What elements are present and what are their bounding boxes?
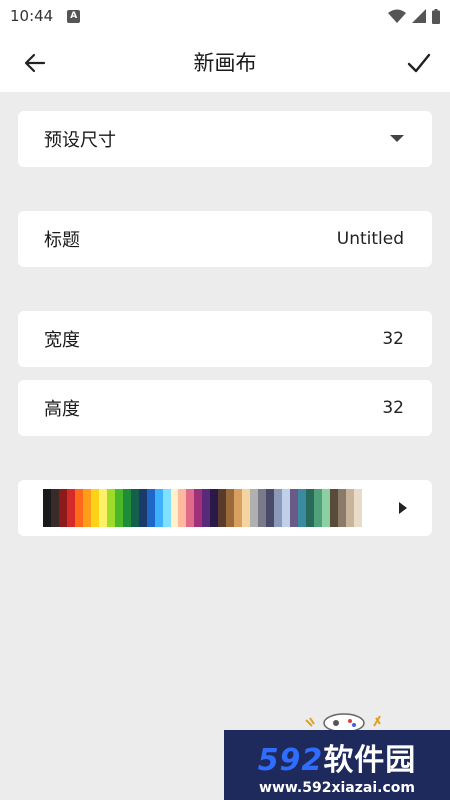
preset-size-label: 预设尺寸 [44,130,116,151]
palette-swatch [194,489,203,527]
preset-size-dropdown[interactable]: 预设尺寸 [18,111,432,167]
notification-icon: A [67,9,81,23]
palette-swatch [130,489,139,527]
battery-icon [432,8,440,24]
palette-swatch [282,489,291,527]
palette-swatch [353,489,362,527]
palette-swatch [305,489,314,527]
width-field-value[interactable]: 32 [382,329,404,349]
palette-swatch [74,489,83,527]
watermark-url: www.592xiazai.com [259,779,415,796]
palette-swatch [90,489,99,527]
width-field[interactable]: 宽度 32 [18,311,432,367]
palette-swatch [290,489,298,527]
play-arrow-icon [399,502,407,514]
palette-swatch [162,489,171,527]
title-field-value[interactable]: Untitled [337,229,404,249]
check-icon [407,53,431,73]
status-icons [388,8,440,24]
title-field-label: 标题 [44,230,80,251]
palette-swatch [345,489,354,527]
confirm-button[interactable] [404,48,434,78]
signal-icon [412,9,426,23]
app-bar: 新画布 [0,32,450,92]
wifi-icon [388,9,406,23]
palette-swatch [226,489,235,527]
palette-swatch [154,489,163,527]
palette-swatch [329,489,338,527]
palette-swatch [321,489,330,527]
arrow-left-icon [24,53,46,73]
palette-swatch [98,489,107,527]
palette-next-button[interactable] [396,501,410,515]
watermark-logo: 592软件园 www.592xiazai.com [224,730,450,800]
palette-swatch [66,489,75,527]
palette-swatch [138,489,147,527]
palette-swatch [242,489,251,527]
palette-selector[interactable] [18,480,432,536]
palette-swatch [202,489,211,527]
palette-swatch [218,489,227,527]
palette-swatch [114,489,123,527]
back-button[interactable] [20,48,50,78]
palette-swatch [210,489,219,527]
status-time: 10:44 [10,7,54,25]
palette-swatch [122,489,131,527]
palette-swatch [337,489,346,527]
height-field[interactable]: 高度 32 [18,380,432,436]
dropdown-icon [390,135,404,142]
palette-swatch [170,489,179,527]
palette-swatch [82,489,91,527]
height-field-label: 高度 [44,399,80,420]
palette-swatch [234,489,243,527]
palette-swatch [50,489,59,527]
palette-swatch [178,489,187,527]
palette-swatch [258,489,267,527]
palette-swatch [313,489,322,527]
page-title: 新画布 [193,51,257,75]
palette-swatch [274,489,283,527]
width-field-label: 宽度 [44,330,80,351]
height-field-value[interactable]: 32 [382,398,404,418]
palette-swatch [298,489,306,527]
palette-swatch [43,489,51,527]
palette-swatch [250,489,259,527]
status-bar: 10:44 A [0,0,450,32]
title-field[interactable]: 标题 Untitled [18,211,432,267]
mascot-gamepad-icon [305,713,381,732]
palette-swatch [186,489,195,527]
palette-swatch [146,489,155,527]
palette-preview [43,489,362,527]
palette-swatch [58,489,67,527]
palette-swatch [266,489,275,527]
palette-swatch [106,489,115,527]
watermark-brand: 592软件园 [257,742,417,778]
